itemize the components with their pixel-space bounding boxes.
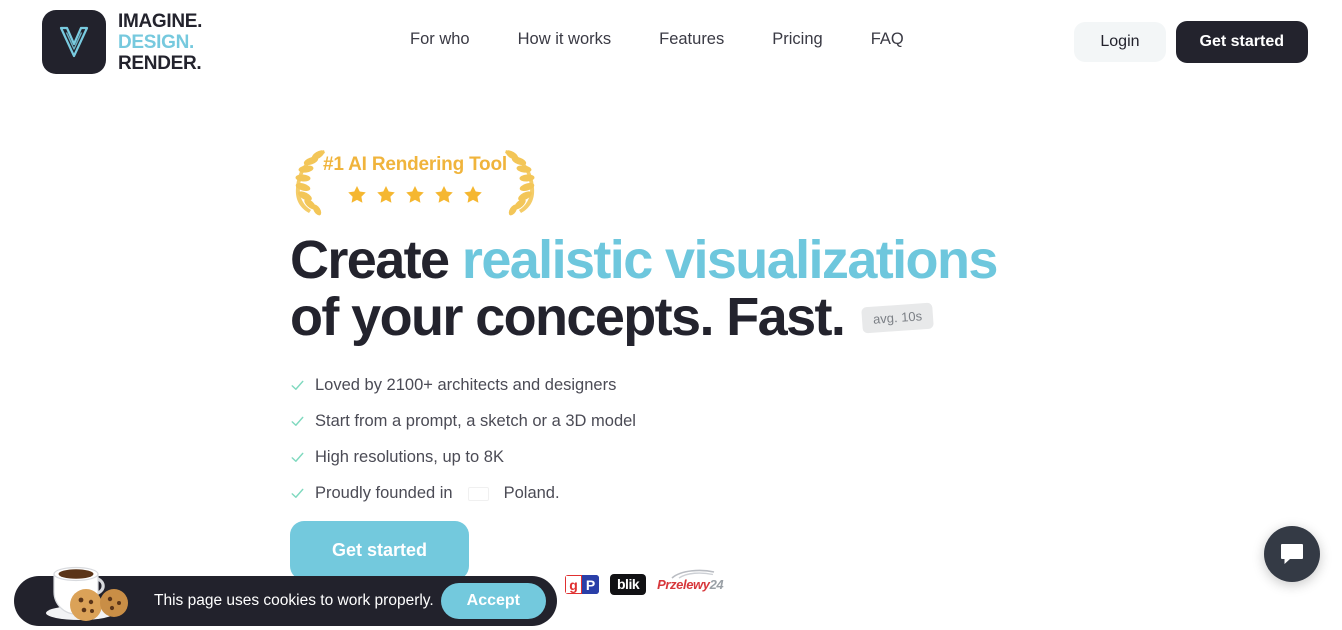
award-badge: #1 AI Rendering Tool xyxy=(290,140,540,220)
speed-badge: avg. 10s xyxy=(861,302,935,334)
check-icon xyxy=(291,489,304,499)
star-rating xyxy=(317,184,513,205)
star-icon xyxy=(377,186,395,203)
main-navigation: For who How it works Features Pricing FA… xyxy=(410,30,904,49)
list-item-label: Proudly founded in xyxy=(315,484,453,503)
list-item: Start from a prompt, a sketch or a 3D mo… xyxy=(290,412,1090,431)
list-item: Proudly founded in Poland. xyxy=(290,484,1090,503)
check-icon xyxy=(291,381,304,391)
header-actions: Login Get started xyxy=(1074,21,1308,63)
star-icon xyxy=(406,186,424,203)
headline-line1-plain: Create xyxy=(290,230,462,290)
check-icon xyxy=(291,417,304,427)
przelewy-number: 24 xyxy=(709,577,724,593)
swoosh-icon xyxy=(671,569,715,579)
cookie-banner: This page uses cookies to work properly.… xyxy=(14,566,557,626)
google-pay-p: P xyxy=(582,575,599,595)
google-pay-g: g xyxy=(565,575,582,595)
google-pay-icon: g P xyxy=(565,575,599,595)
coffee-and-cookies-icon xyxy=(46,566,128,621)
przelewy24-icon: Przelewy 24 xyxy=(657,569,724,593)
logo-line-design: DESIGN. xyxy=(118,31,195,53)
chat-widget-button[interactable] xyxy=(1264,526,1320,582)
list-item-label: High resolutions, up to 8K xyxy=(315,448,504,467)
blik-icon: blik xyxy=(610,574,647,596)
award-badge-label: #1 AI Rendering Tool xyxy=(323,154,507,175)
logo[interactable]: IMAGINE. DESIGN. RENDER. xyxy=(42,10,202,74)
nav-item-how-it-works[interactable]: How it works xyxy=(518,30,612,49)
list-item-label: Loved by 2100+ architects and designers xyxy=(315,376,617,395)
headline-line2: of your concepts. Fast. xyxy=(290,287,846,348)
nav-item-features[interactable]: Features xyxy=(659,30,724,49)
nav-item-pricing[interactable]: Pricing xyxy=(772,30,822,49)
star-icon xyxy=(464,186,482,203)
site-header: IMAGINE. DESIGN. RENDER. For who How it … xyxy=(0,0,1342,84)
headline-accent: realistic visualizations xyxy=(461,230,998,290)
payment-methods: g P blik Przelewy 24 xyxy=(565,569,724,596)
nav-item-faq[interactable]: FAQ xyxy=(871,30,904,49)
v-monogram-icon xyxy=(42,10,106,74)
page-title: Create realistic visualizations of your … xyxy=(290,230,1090,348)
hero-section: #1 AI Rendering Tool Create realistic vi… xyxy=(290,140,1090,581)
przelewy-name: Przelewy xyxy=(657,577,710,593)
cookie-accept-button[interactable]: Accept xyxy=(440,583,546,619)
logo-line-render: RENDER. xyxy=(118,52,202,74)
list-item-label: Start from a prompt, a sketch or a 3D mo… xyxy=(315,412,636,431)
landing-page: IMAGINE. DESIGN. RENDER. For who How it … xyxy=(0,0,1342,630)
logo-line-imagine: IMAGINE. xyxy=(118,10,203,32)
chat-bubble-icon xyxy=(1281,544,1303,564)
star-icon xyxy=(348,186,366,203)
list-item-country: Poland. xyxy=(503,484,560,503)
hero-get-started-button[interactable]: Get started xyxy=(290,521,470,581)
check-icon xyxy=(291,453,304,463)
star-icon xyxy=(435,186,453,203)
header-get-started-button[interactable]: Get started xyxy=(1175,21,1308,63)
poland-flag-icon xyxy=(467,486,489,501)
cookie-message: This page uses cookies to work properly. xyxy=(154,592,434,609)
nav-item-for-who[interactable]: For who xyxy=(410,30,470,49)
list-item: Loved by 2100+ architects and designers xyxy=(290,376,1090,395)
list-item: High resolutions, up to 8K xyxy=(290,448,1090,467)
logo-wordmark: IMAGINE. DESIGN. RENDER. xyxy=(118,11,202,74)
feature-list: Loved by 2100+ architects and designers … xyxy=(290,376,1090,503)
login-button[interactable]: Login xyxy=(1074,22,1166,62)
